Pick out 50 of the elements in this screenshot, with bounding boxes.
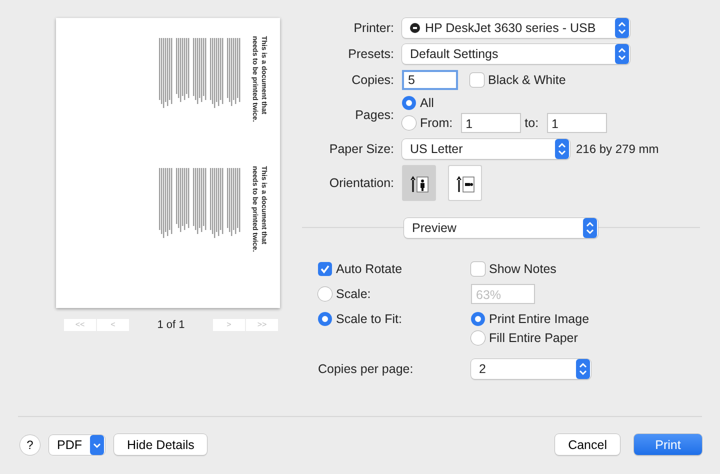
printer-status-icon xyxy=(410,23,420,33)
radio-button[interactable] xyxy=(402,96,416,110)
pdf-menu-button[interactable]: PDF xyxy=(49,434,105,454)
checkbox-label: Auto Rotate xyxy=(336,262,402,276)
page-counter: 1 of 1 xyxy=(157,319,185,331)
stepper-icon xyxy=(576,359,590,379)
cancel-button[interactable]: Cancel xyxy=(555,434,620,455)
radio-button[interactable] xyxy=(471,312,485,326)
radio-label: From: xyxy=(420,116,453,130)
checkbox[interactable] xyxy=(471,262,485,276)
print-button[interactable]: Print xyxy=(634,434,702,455)
radio-button[interactable] xyxy=(318,312,332,326)
orientation-button[interactable] xyxy=(402,165,436,201)
field-label: Paper Size: xyxy=(328,142,394,156)
help-button[interactable]: ? xyxy=(20,434,40,454)
field-label: Copies per page: xyxy=(318,362,414,376)
chevron-down-icon xyxy=(90,434,104,454)
stepper-icon xyxy=(615,44,629,64)
field-label: to: xyxy=(524,116,539,130)
checkbox[interactable] xyxy=(470,73,484,87)
orientation-button[interactable] xyxy=(448,165,482,201)
field-label: Presets: xyxy=(347,47,394,61)
radio-label: Scale: xyxy=(336,287,371,301)
radio-label: All xyxy=(420,96,434,110)
checkbox-label: Show Notes xyxy=(489,262,556,276)
to-field[interactable]: 1 xyxy=(546,113,607,133)
field-label: Pages: xyxy=(354,108,394,122)
hide-details-button[interactable]: Hide Details xyxy=(114,434,208,455)
radio-button[interactable] xyxy=(402,116,416,130)
radio-label: Scale to Fit: xyxy=(336,312,402,326)
radio-label: Print Entire Image xyxy=(489,312,590,326)
paper-size-popup[interactable]: US Letter xyxy=(402,139,570,159)
presets-popup[interactable]: Default Settings xyxy=(402,44,630,64)
checkbox-label: Black & White xyxy=(488,73,566,87)
stepper-icon xyxy=(555,139,569,159)
copies-field[interactable]: 5 xyxy=(402,70,458,90)
printer-popup[interactable]: HP DeskJet 3630 series - USB xyxy=(402,18,630,38)
from-field[interactable]: 1 xyxy=(460,113,521,133)
checkbox[interactable] xyxy=(318,262,332,276)
radio-button[interactable] xyxy=(471,331,485,345)
stepper-icon xyxy=(615,18,629,38)
checkmark-icon xyxy=(320,264,330,274)
copies-per-page-popup[interactable]: 2 xyxy=(471,359,591,379)
field-label: Printer: xyxy=(352,21,394,35)
radio-label: Fill Entire Paper xyxy=(489,331,578,345)
field-label: Orientation: xyxy=(328,176,394,190)
field-label: Copies: xyxy=(350,73,394,87)
paper-dimensions: 216 by 279 mm xyxy=(576,142,659,156)
stepper-icon xyxy=(583,218,597,238)
section-popup[interactable]: Preview xyxy=(404,218,598,238)
